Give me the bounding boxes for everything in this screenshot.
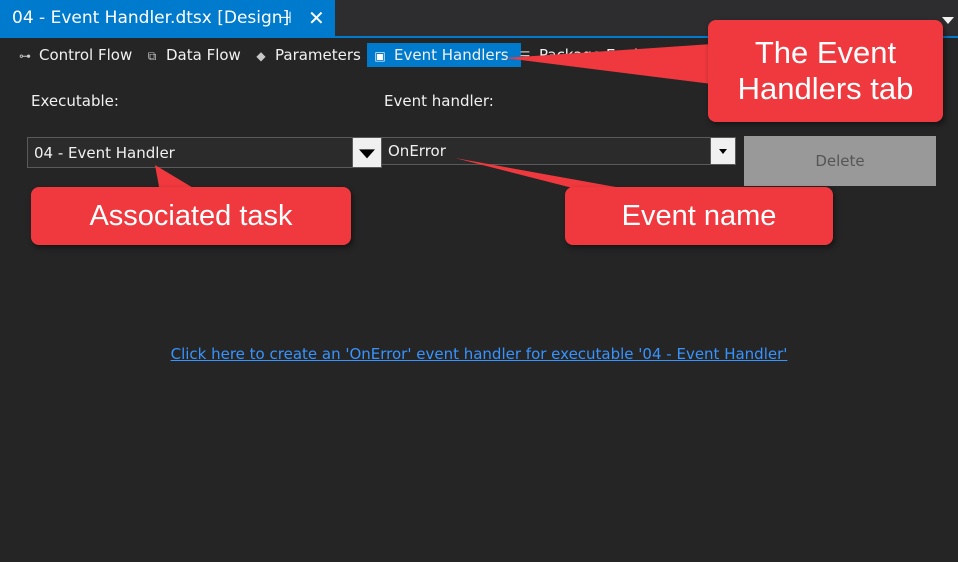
callout-text-line2: Handlers tab: [737, 71, 914, 106]
event-handlers-tab-callout: The Event Handlers tab: [708, 20, 943, 122]
tab-callout-pointer: [505, 44, 712, 84]
callout-text-line1: The Event: [754, 35, 897, 70]
callout-text: Event name: [621, 199, 777, 232]
event-name-callout: Event name: [565, 187, 833, 245]
callout-text: Associated task: [89, 199, 293, 232]
associated-task-callout: Associated task: [31, 187, 351, 245]
